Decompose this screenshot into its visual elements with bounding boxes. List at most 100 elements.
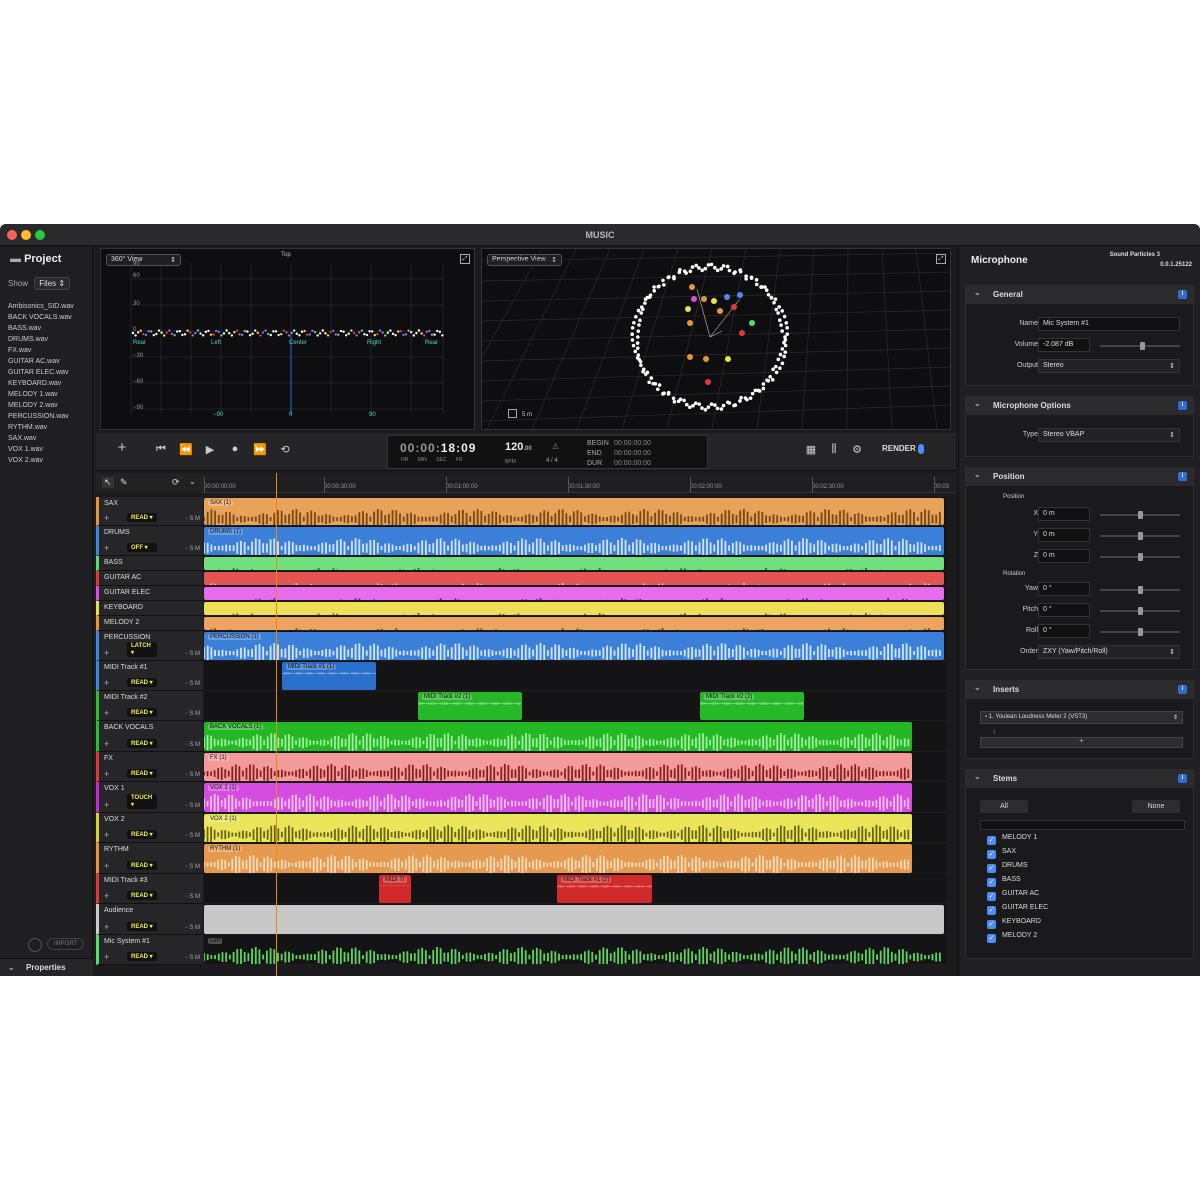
time-signature[interactable]: 4 / 4 xyxy=(546,458,558,464)
audio-clip[interactable]: FX (1) xyxy=(204,753,912,781)
checkbox-checked-icon[interactable]: ✓ xyxy=(987,906,996,915)
metronome-icon[interactable]: ⚠ xyxy=(552,442,559,451)
roll-field[interactable]: 0 ° xyxy=(1038,624,1090,638)
audio-clip[interactable] xyxy=(204,905,944,934)
solo-mute-buttons[interactable]: ◦ S M xyxy=(186,681,200,687)
stem-item[interactable]: ✓ SAX xyxy=(980,848,1193,862)
info-icon[interactable]: i xyxy=(1178,685,1187,694)
inserts-header[interactable]: ⌄ Inserts i xyxy=(966,681,1193,699)
fast-forward-button[interactable]: ⏩ xyxy=(250,443,270,456)
name-field[interactable]: Mic System #1 xyxy=(1038,317,1180,331)
solo-mute-buttons[interactable]: ◦ S M xyxy=(186,711,200,717)
automation-mode-select[interactable]: LATCH ▾ xyxy=(127,642,157,657)
audio-clip[interactable]: DRUMS (1) xyxy=(204,527,944,555)
solo-mute-buttons[interactable]: ◦ S M xyxy=(186,894,200,900)
automation-mode-select[interactable]: READ ▾ xyxy=(127,952,157,961)
audio-clip[interactable]: MIDI Track #2 (1) xyxy=(418,692,522,720)
add-automation-icon[interactable]: + xyxy=(104,861,109,871)
solo-mute-buttons[interactable]: ◦ S M xyxy=(186,833,200,839)
add-automation-icon[interactable]: + xyxy=(104,739,109,749)
track-header[interactable]: RYTHM + READ ▾ ◦ S M xyxy=(96,843,203,874)
stems-header[interactable]: ⌄ Stems i xyxy=(966,770,1193,788)
file-item[interactable]: MELODY 2.wav xyxy=(0,400,92,411)
automation-mode-select[interactable]: READ ▾ xyxy=(127,678,157,687)
stem-item[interactable]: ✓ DRUMS xyxy=(980,862,1193,876)
play-button[interactable]: ▶ xyxy=(200,443,220,456)
file-item[interactable]: RYTHM.wav xyxy=(0,422,92,433)
automation-mode-select[interactable]: OFF ▾ xyxy=(127,543,157,552)
track-header[interactable]: MIDI Track #3 + READ ▾ ◦ S M xyxy=(96,874,203,904)
solo-mute-buttons[interactable]: ◦ S M xyxy=(186,546,200,552)
x-field[interactable]: 0 m xyxy=(1038,507,1090,521)
track-header[interactable]: FX + READ ▾ ◦ S M xyxy=(96,752,203,782)
track-header[interactable]: MIDI Track #1 + READ ▾ ◦ S M xyxy=(96,661,203,691)
audio-clip[interactable] xyxy=(204,602,944,615)
audio-clip[interactable] xyxy=(204,557,944,570)
add-automation-icon[interactable]: + xyxy=(104,952,109,962)
info-icon[interactable]: i xyxy=(1178,774,1187,783)
stem-item[interactable]: ✓ BASS xyxy=(980,876,1193,890)
file-item[interactable]: Ambisonics_SID.wav xyxy=(0,301,92,312)
track-header[interactable]: MIDI Track #2 + READ ▾ ◦ S M xyxy=(96,691,203,721)
pitch-field[interactable]: 0 ° xyxy=(1038,603,1090,617)
automation-mode-select[interactable]: READ ▾ xyxy=(127,739,157,748)
y-field[interactable]: 0 m xyxy=(1038,528,1090,542)
file-item[interactable]: PERCUSSION.wav xyxy=(0,411,92,422)
track-header[interactable]: BASS xyxy=(96,556,203,571)
automation-mode-select[interactable]: READ ▾ xyxy=(127,769,157,778)
file-item[interactable]: GUITAR ELEC.wav xyxy=(0,367,92,378)
timeline-ruler[interactable]: 00:00:00:00 00:00:30:00 00:01:00:00 00:01:3… xyxy=(204,473,956,493)
file-item[interactable]: BACK VOCALS.wav xyxy=(0,312,92,323)
stem-item[interactable]: ✓ MELODY 2 xyxy=(980,932,1193,946)
add-track-button[interactable]: + xyxy=(112,439,132,456)
solo-mute-buttons[interactable]: ◦ S M xyxy=(186,651,200,657)
stem-item[interactable]: ✓ GUITAR ELEC xyxy=(980,904,1193,918)
position-header[interactable]: ⌄ Position i xyxy=(966,468,1193,486)
audio-clip[interactable]: RYTHM (1) xyxy=(204,844,912,873)
automation-mode-select[interactable]: TOUCH ▾ xyxy=(127,794,157,809)
order-select[interactable]: ZXY (Yaw/Pitch/Roll) ⇕ xyxy=(1038,645,1180,659)
track-header[interactable]: VOX 1 + TOUCH ▾ ◦ S M xyxy=(96,782,203,813)
z-slider[interactable] xyxy=(1100,553,1180,561)
go-to-start-button[interactable]: ⏮ xyxy=(151,443,171,456)
audio-clip[interactable]: VOX 2 (1) xyxy=(204,814,912,842)
checkbox-checked-icon[interactable]: ✓ xyxy=(987,878,996,887)
bpm-display[interactable]: 120.00 xyxy=(505,441,532,453)
stem-item[interactable]: ✓ GUITAR AC xyxy=(980,890,1193,904)
pointer-tool-icon[interactable]: ↖ xyxy=(102,477,114,488)
stems-none-button[interactable]: None xyxy=(1132,800,1180,813)
track-header[interactable]: GUITAR ELEC xyxy=(96,586,203,601)
audio-clip[interactable]: SAX (1) xyxy=(204,498,944,525)
search-icon[interactable] xyxy=(28,938,42,952)
add-automation-icon[interactable]: + xyxy=(104,830,109,840)
track-header[interactable]: DRUMS + OFF ▾ ◦ S M xyxy=(96,526,203,556)
yaw-field[interactable]: 0 ° xyxy=(1038,582,1090,596)
pitch-slider[interactable] xyxy=(1100,607,1180,615)
z-field[interactable]: 0 m xyxy=(1038,549,1090,563)
solo-mute-buttons[interactable]: ◦ S M xyxy=(186,803,200,809)
track-header[interactable]: GUITAR AC xyxy=(96,571,203,586)
automation-mode-select[interactable]: READ ▾ xyxy=(127,861,157,870)
checkbox-checked-icon[interactable]: ✓ xyxy=(987,920,996,929)
stems-search[interactable] xyxy=(980,820,1185,830)
track-header[interactable]: Audience + READ ▾ ◦ S M xyxy=(96,904,203,935)
maximize-icon[interactable] xyxy=(35,230,45,240)
file-item[interactable]: KEYBOARD.wav xyxy=(0,378,92,389)
rewind-button[interactable]: ⏪ xyxy=(176,443,196,456)
track-lane[interactable] xyxy=(204,691,946,721)
yaw-slider[interactable] xyxy=(1100,586,1180,594)
insert-plugin[interactable]: ▪ 1. Youlean Loudness Meter 2 (VST3) ⇕ xyxy=(980,711,1183,724)
solo-mute-buttons[interactable]: ◦ S M xyxy=(186,864,200,870)
show-select[interactable]: Files ⇕ xyxy=(34,277,71,290)
mic-options-header[interactable]: ⌄ Microphone Options i xyxy=(966,397,1193,415)
scale-checkbox[interactable] xyxy=(508,409,517,418)
render-button[interactable]: RENDER xyxy=(882,444,925,454)
checkbox-checked-icon[interactable]: ✓ xyxy=(987,934,996,943)
add-automation-icon[interactable]: + xyxy=(104,922,109,932)
stem-item[interactable]: ✓ MELODY 1 xyxy=(980,834,1193,848)
mixer-icon[interactable]: ⫼ xyxy=(824,443,844,456)
output-select[interactable]: Stereo ⇕ xyxy=(1038,359,1180,373)
volume-slider[interactable] xyxy=(1100,342,1180,350)
automation-mode-select[interactable]: READ ▾ xyxy=(127,830,157,839)
track-header[interactable]: SAX + READ ▾ ◦ S M xyxy=(96,497,203,526)
